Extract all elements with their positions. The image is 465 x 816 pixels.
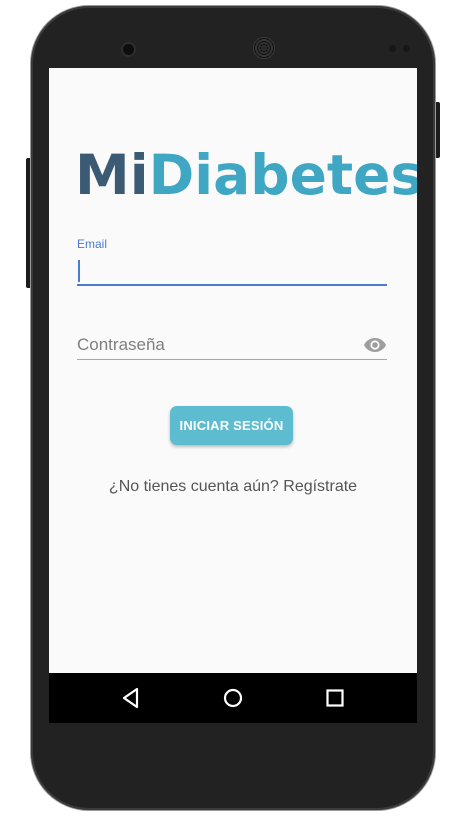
password-field[interactable]	[77, 331, 387, 360]
proximity-sensor	[389, 45, 396, 52]
android-nav-bar	[49, 673, 417, 723]
light-sensor	[403, 45, 410, 52]
eye-icon[interactable]	[363, 336, 387, 354]
logo-mi: Mi	[75, 143, 149, 207]
register-link[interactable]: ¿No tienes cuenta aún? Regístrate	[49, 478, 417, 496]
app-logo: MiDiabetes	[75, 140, 417, 210]
home-circle-icon[interactable]	[220, 685, 246, 711]
email-label: Email	[77, 237, 108, 251]
login-screen: MiDiabetes Email INICIAR SESIÓN ¿No tien…	[49, 68, 417, 673]
logo-diabetes: Diabetes	[148, 143, 417, 207]
email-field[interactable]	[77, 254, 387, 286]
back-triangle-icon[interactable]	[118, 685, 144, 711]
earpiece-speaker	[254, 38, 274, 58]
front-camera	[123, 44, 134, 55]
text-cursor	[78, 260, 80, 282]
recents-square-icon[interactable]	[322, 685, 348, 711]
login-button[interactable]: INICIAR SESIÓN	[170, 406, 293, 445]
